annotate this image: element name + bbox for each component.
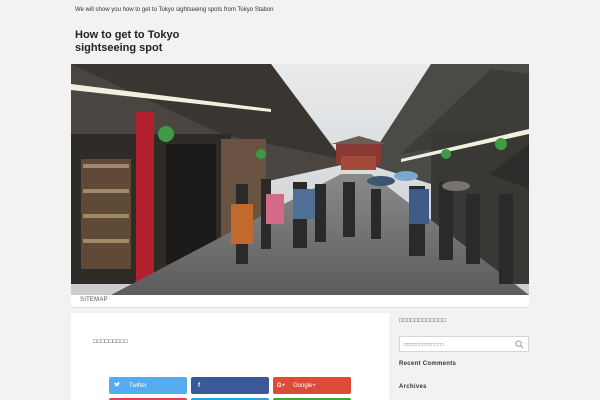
post-title: □□□□□□□□□	[93, 339, 129, 345]
main-content: □□□□□□□□□ Twitter f G+ Google+	[71, 313, 389, 400]
secondary-nav: SITEMAP	[71, 295, 529, 308]
google-plus-share-button[interactable]: G+ Google+	[273, 377, 351, 394]
header-image	[71, 64, 529, 295]
google-plus-share-label: Google+	[293, 382, 316, 389]
facebook-icon: f	[198, 382, 200, 389]
search-icon[interactable]	[515, 340, 524, 349]
site-title[interactable]: How to get to Tokyo sightseeing spot	[75, 29, 235, 55]
google-plus-icon: G+	[276, 382, 286, 389]
archives-title: Archives	[399, 384, 427, 390]
search-widget-title: □□□□□□□□□□□□	[399, 318, 447, 324]
twitter-share-label: Twitter	[129, 382, 147, 389]
street-photo	[71, 64, 529, 295]
twitter-share-button[interactable]: Twitter	[109, 377, 187, 394]
recent-comments-title: Recent Comments	[399, 361, 457, 367]
sitemap-link[interactable]: SITEMAP	[80, 297, 108, 303]
search-box	[399, 336, 529, 352]
search-input[interactable]	[404, 340, 509, 349]
facebook-share-button[interactable]: f	[191, 377, 269, 394]
site-description: We will show you how to get to Tokyo sig…	[75, 7, 274, 13]
twitter-icon	[109, 382, 125, 389]
